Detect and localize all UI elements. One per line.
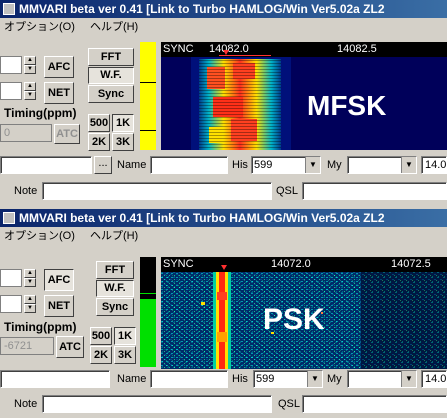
note-label: Note (14, 398, 38, 410)
chevron-down-icon[interactable]: ▼ (401, 157, 416, 173)
my-rst-combo[interactable]: ▼ (347, 370, 417, 388)
name-label: Name (117, 159, 147, 171)
span-3k-button[interactable]: 3K (114, 346, 136, 364)
sync-button[interactable]: Sync (88, 85, 134, 103)
afc-spin-field[interactable] (0, 56, 22, 74)
waterfall-button[interactable]: W.F. (88, 67, 134, 84)
atc-button[interactable]: ATC (54, 124, 80, 144)
mmvari-window-mfsk: MMVARI beta ver 0.41 [Link to Turbo HAML… (0, 0, 447, 209)
timing-label: Timing(ppm) (4, 320, 77, 334)
title-bar[interactable]: MMVARI beta ver 0.41 [Link to Turbo HAML… (0, 209, 447, 227)
freq-field[interactable]: 14.0 (421, 370, 447, 388)
his-label: His (232, 159, 248, 171)
freq-mark-2: 14072.5 (391, 258, 431, 270)
name-label: Name (117, 373, 147, 385)
fft-button[interactable]: FFT (88, 48, 134, 66)
name-field[interactable] (150, 370, 228, 388)
app-icon (3, 3, 15, 15)
note-field[interactable] (42, 182, 272, 200)
net-button[interactable]: NET (44, 82, 74, 104)
his-rst-combo[interactable]: 599 ▼ (251, 156, 321, 174)
chevron-down-icon[interactable]: ▼ (307, 371, 322, 387)
atc-button[interactable]: ATC (56, 336, 84, 358)
mode-label: PSK (263, 303, 325, 336)
freq-mark-2: 14082.5 (337, 43, 377, 55)
app-icon (3, 212, 15, 224)
spin-down-icon[interactable]: ▼ (24, 304, 36, 313)
frequency-scale: SYNC 14082.0 14082.5 (161, 42, 447, 57)
spin-down-icon[interactable]: ▼ (24, 65, 36, 74)
menu-bar: オプション(O) ヘルプ(H) (0, 19, 447, 36)
qsl-field[interactable] (302, 395, 447, 413)
freq-mark-1: 14072.0 (271, 258, 311, 270)
waterfall-display[interactable]: SYNC 14072.0 14072.5 PSK (161, 257, 447, 369)
control-panel: ▲ ▼ AFC ▲ ▼ NET FFT W.F. Sync Timing(ppm… (0, 247, 160, 364)
waterfall-button[interactable]: W.F. (96, 280, 134, 297)
qsl-field[interactable] (302, 182, 447, 200)
title-bar[interactable]: MMVARI beta ver 0.41 [Link to Turbo HAML… (0, 0, 447, 18)
timing-value-field[interactable]: 0 (0, 124, 52, 142)
spin-down-icon[interactable]: ▼ (24, 91, 36, 100)
spin-up-icon[interactable]: ▲ (24, 295, 36, 304)
afc-spin-field[interactable] (0, 269, 22, 287)
span-500-button[interactable]: 500 (88, 114, 110, 132)
span-2k-button[interactable]: 2K (90, 346, 112, 364)
net-spin-field[interactable] (0, 82, 22, 100)
menu-options[interactable]: オプション(O) (4, 21, 75, 33)
sync-indicator: SYNC (163, 43, 194, 55)
call-field[interactable] (0, 370, 110, 388)
freq-field[interactable]: 14.0 (421, 156, 447, 174)
window-title: MMVARI beta ver 0.41 [Link to Turbo HAML… (19, 211, 385, 225)
bandwidth-marker (219, 55, 271, 56)
menu-help[interactable]: ヘルプ(H) (90, 230, 138, 242)
my-rst-combo[interactable]: ▼ (347, 156, 417, 174)
qsl-label: QSL (278, 398, 301, 410)
spin-down-icon[interactable]: ▼ (24, 278, 36, 287)
signal-level-bar (140, 257, 156, 367)
control-panel: ▲ ▼ AFC ▲ ▼ NET FFT W.F. Sync Timing(ppm… (0, 38, 160, 152)
spin-up-icon[interactable]: ▲ (24, 56, 36, 65)
menu-options[interactable]: オプション(O) (4, 230, 75, 242)
chevron-down-icon[interactable]: ▼ (305, 157, 320, 173)
my-label: My (327, 159, 342, 171)
my-label: My (327, 373, 342, 385)
cursor-marker-icon[interactable] (221, 265, 227, 270)
sync-button[interactable]: Sync (96, 298, 134, 316)
mode-label: MFSK (307, 90, 387, 121)
span-3k-button[interactable]: 3K (112, 133, 134, 151)
fft-button[interactable]: FFT (96, 261, 134, 279)
spin-up-icon[interactable]: ▲ (24, 82, 36, 91)
frequency-scale: SYNC 14072.0 14072.5 (161, 257, 447, 272)
waterfall-display[interactable]: SYNC 14082.0 14082.5 MFSK (161, 42, 447, 150)
afc-button[interactable]: AFC (44, 269, 74, 291)
menu-bar: オプション(O) ヘルプ(H) (0, 228, 447, 245)
spin-up-icon[interactable]: ▲ (24, 269, 36, 278)
span-500-button[interactable]: 500 (90, 327, 112, 345)
span-2k-button[interactable]: 2K (88, 133, 110, 151)
qsl-label: QSL (276, 185, 299, 197)
sync-indicator: SYNC (163, 258, 194, 270)
net-button[interactable]: NET (44, 295, 74, 317)
timing-value-field[interactable]: -6721 (0, 337, 54, 355)
waterfall-image (161, 57, 447, 150)
timing-label: Timing(ppm) (4, 106, 77, 120)
call-field[interactable] (0, 156, 92, 174)
window-title: MMVARI beta ver 0.41 [Link to Turbo HAML… (19, 2, 385, 16)
lookup-button[interactable]: ... (94, 156, 112, 174)
chevron-down-icon[interactable]: ▼ (401, 371, 416, 387)
span-1k-button[interactable]: 1K (112, 114, 134, 132)
his-label: His (232, 373, 248, 385)
signal-level-bar (140, 42, 156, 150)
his-rst-combo[interactable]: 599 ▼ (253, 370, 323, 388)
span-1k-button[interactable]: 1K (114, 327, 136, 345)
note-field[interactable] (42, 395, 272, 413)
note-label: Note (14, 185, 38, 197)
menu-help[interactable]: ヘルプ(H) (90, 21, 138, 33)
name-field[interactable] (150, 156, 228, 174)
afc-button[interactable]: AFC (44, 56, 74, 78)
net-spin-field[interactable] (0, 295, 22, 313)
